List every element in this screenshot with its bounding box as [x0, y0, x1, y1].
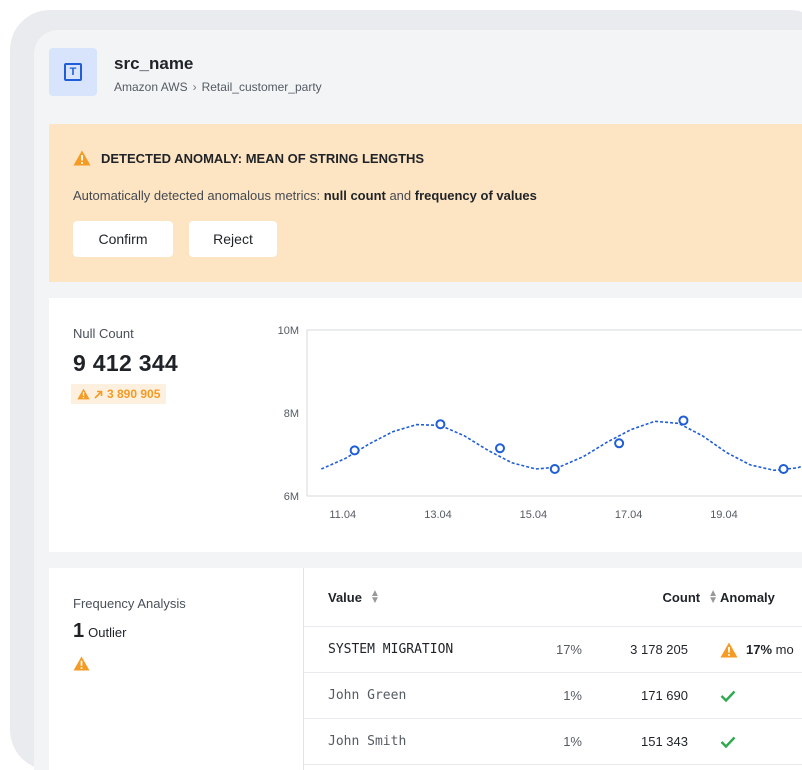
series-line: [320, 420, 802, 472]
page-header: T src_name Amazon AWS › Retail_customer_pa…: [34, 30, 802, 124]
outlier-number: 1: [73, 620, 85, 642]
row-value: SYSTEM MIGRATION: [328, 642, 454, 657]
alert-title: DETECTED ANOMALY: MEAN OF STRING LENGTHS: [73, 150, 424, 166]
frequency-label: Frequency Analysis: [73, 596, 186, 611]
frequency-table: Value ▲ ▼ Count ▲ ▼ Anomaly SYSTEM MIGRATION…: [304, 568, 802, 765]
null-count-value: 9 412 344: [73, 350, 179, 376]
breadcrumb-table[interactable]: Retail_customer_party: [202, 80, 322, 94]
data-point: [678, 415, 689, 426]
alert-title-text: DETECTED ANOMALY: MEAN OF STRING LENGTHS: [101, 150, 425, 166]
table-type-icon: T: [49, 48, 97, 96]
page-title: src_name: [114, 54, 194, 73]
frequency-summary: Frequency Analysis 1 Outlier: [49, 568, 304, 770]
data-point: [349, 445, 360, 456]
row-percent: 1%: [563, 734, 582, 749]
row-anomaly: 17% mo: [720, 627, 794, 672]
metric-frequency: frequency of values: [414, 188, 537, 203]
x-tick-label: 17.04: [615, 509, 643, 521]
anomaly-text: mo: [772, 642, 794, 657]
warning-icon: [73, 656, 90, 671]
breadcrumb-source[interactable]: Amazon AWS: [114, 80, 188, 94]
column-header-count[interactable]: Count ▲ ▼: [663, 568, 718, 626]
check-icon: [720, 736, 736, 748]
row-value: John Smith: [328, 734, 407, 749]
row-count: 3 178 205: [630, 642, 688, 657]
x-tick-label: 19.04: [710, 509, 738, 521]
null-count-card: Null Count 9 412 344 3 890 905 10M 8M 6M 11…: [49, 298, 802, 552]
row-percent: 1%: [563, 688, 582, 703]
table-row[interactable]: SYSTEM MIGRATION 17% 3 178 205 17% mo: [304, 627, 802, 673]
row-count: 171 690: [641, 688, 688, 703]
warning-icon: [720, 642, 738, 657]
warning-icon: [77, 388, 90, 400]
data-point: [435, 419, 446, 430]
y-tick-label: 8M: [284, 408, 299, 420]
data-point: [549, 464, 560, 475]
data-point: [778, 464, 789, 475]
device-frame: T src_name Amazon AWS › Retail_customer_pa…: [10, 10, 802, 770]
data-point: [614, 438, 625, 449]
table-row[interactable]: John Smith 1% 151 343: [304, 719, 802, 765]
delta-value: 3 890 905: [107, 387, 161, 401]
metric-null-count: null count: [323, 188, 386, 203]
x-tick-label: 13.04: [424, 509, 452, 521]
anomaly-alert: DETECTED ANOMALY: MEAN OF STRING LENGTHS…: [49, 124, 802, 282]
table-header: Value ▲ ▼ Count ▲ ▼ Anomaly: [304, 568, 802, 627]
y-tick-label: 10M: [278, 325, 299, 337]
null-count-label: Null Count: [73, 326, 134, 341]
x-tick-label: 15.04: [520, 509, 548, 521]
x-tick-label: 11.04: [329, 509, 356, 521]
reject-button[interactable]: Reject: [189, 221, 277, 257]
sort-icon[interactable]: ▲ ▼: [370, 589, 380, 606]
breadcrumb: Amazon AWS › Retail_customer_party: [114, 80, 322, 94]
anomaly-percent: 17%: [746, 642, 773, 657]
row-anomaly: [720, 673, 736, 718]
check-icon: [720, 690, 736, 702]
chevron-right-icon: ›: [192, 80, 197, 94]
column-header-anomaly: Anomaly: [720, 589, 775, 605]
null-count-chart: 10M8M6M11.0413.0415.0417.0419.0421.04: [278, 325, 802, 521]
table-row[interactable]: John Green 1% 171 690: [304, 673, 802, 719]
confirm-button[interactable]: Confirm: [73, 221, 173, 257]
arrow-up-right-icon: [94, 390, 103, 399]
app-window: T src_name Amazon AWS › Retail_customer_pa…: [34, 30, 802, 770]
row-percent: 17%: [555, 642, 582, 657]
sort-icon[interactable]: ▲ ▼: [708, 589, 718, 606]
y-tick-label: 6M: [284, 491, 299, 503]
alert-description: Automatically detected anomalous metrics…: [73, 188, 537, 203]
row-value: John Green: [328, 688, 407, 703]
frequency-analysis-card: Frequency Analysis 1 Outlier Value ▲ ▼ Coun…: [49, 568, 802, 770]
outlier-word: Outlier: [88, 625, 127, 640]
column-header-value[interactable]: Value ▲ ▼: [328, 568, 380, 626]
row-anomaly: [720, 719, 736, 764]
data-point: [494, 443, 505, 454]
row-count: 151 343: [641, 734, 688, 749]
null-count-delta: 3 890 905: [71, 384, 167, 404]
outlier-count: 1 Outlier: [73, 620, 126, 643]
warning-icon: [73, 150, 91, 166]
